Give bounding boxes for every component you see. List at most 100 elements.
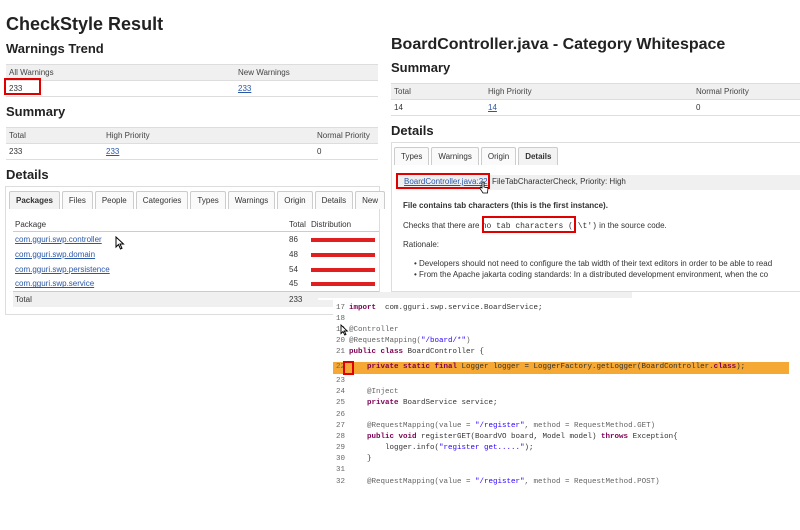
code-token: @Controller (349, 326, 399, 334)
code-token: , method = RequestMethod.POST) (524, 478, 660, 486)
summary-total-value: 233 (6, 143, 103, 160)
col-total: Total (6, 127, 103, 144)
code-line: 31 (333, 466, 349, 476)
right-total-value: 14 (391, 99, 485, 116)
tab-origin[interactable]: Origin (277, 191, 313, 209)
right-details-heading: Details (391, 123, 434, 138)
code-line: 22 private static final Logger logger = … (333, 362, 789, 374)
tab-warnings[interactable]: Warnings (431, 147, 479, 165)
code-token: @Inject (349, 388, 399, 396)
code-token: com.gguri.swp.service.BoardService; (376, 304, 543, 312)
tab-new[interactable]: New (355, 191, 386, 209)
package-total: 45 (289, 279, 298, 289)
code-token: public void (349, 433, 417, 441)
tab-categories[interactable]: Categories (135, 191, 189, 209)
code-line: 30 } (333, 455, 372, 465)
tab-people[interactable]: People (94, 191, 134, 209)
package-total: 54 (289, 264, 298, 274)
highlight-box-tab-chars (482, 216, 576, 233)
summary-heading: Summary (6, 104, 66, 119)
code-line: 20 @RequestMapping("/board/*") (333, 337, 471, 347)
tab-details[interactable]: Details (314, 191, 354, 209)
line-number: 25 (335, 399, 345, 407)
summary-normal-value: 0 (314, 143, 378, 160)
code-token: BoardController { (403, 348, 485, 356)
line-number: 31 (335, 466, 345, 474)
col-normal-priority: Normal Priority (314, 127, 378, 144)
line-number: 29 (335, 444, 345, 452)
package-link[interactable]: com.gguri.swp.controller (15, 235, 102, 244)
code-token: "/register" (475, 478, 525, 486)
package-total: 86 (289, 234, 298, 244)
highlight-box-tab-char (343, 361, 354, 375)
line-number: 27 (335, 422, 345, 430)
col-high-priority: High Priority (485, 83, 693, 100)
code-token: public class (349, 348, 404, 356)
file-title: BoardController.java - Category Whitespa… (391, 36, 726, 53)
summary-high-link[interactable]: 233 (106, 147, 119, 156)
distribution-bar (311, 252, 375, 257)
code-line: 27 @RequestMapping(value = "/register", … (333, 422, 655, 432)
details-tabs: Packages Files People Categories Types W… (9, 191, 386, 209)
right-normal-value: 0 (693, 99, 800, 116)
line-number: 32 (335, 478, 345, 486)
new-warnings-link[interactable]: 233 (238, 84, 251, 93)
tab-origin[interactable]: Origin (480, 147, 517, 165)
code-token: import (349, 304, 377, 312)
code-line: 29 logger.info("register get....."); (333, 444, 534, 454)
code-token: } (349, 455, 372, 463)
code-token: ) (466, 337, 471, 345)
code-token: registerGET(BoardVO board, Model model) (416, 433, 602, 441)
col-package: Package (13, 218, 287, 232)
highlight-box-all-warnings (4, 78, 41, 95)
tab-warnings[interactable]: Warnings (227, 191, 276, 209)
total-value: 233 (287, 291, 309, 307)
code-token: ); (736, 363, 746, 371)
bullet-item: • From the Apache jakarta coding standar… (414, 270, 769, 279)
right-summary-heading: Summary (391, 60, 451, 75)
tab-files[interactable]: Files (61, 191, 93, 209)
bullet-item: • Developers should not need to configur… (414, 259, 773, 268)
code-line: 21 public class BoardController { (333, 348, 484, 358)
tab-details[interactable]: Details (518, 147, 559, 165)
package-total: 48 (289, 249, 298, 259)
line-number: 23 (335, 377, 345, 385)
warnings-trend-heading: Warnings Trend (6, 41, 104, 56)
code-token: @RequestMapping(value = (349, 478, 476, 486)
tab-packages[interactable]: Packages (9, 191, 60, 209)
col-new-warnings: New Warnings (235, 64, 378, 81)
code-token: , method = RequestMethod.GET) (524, 422, 656, 430)
code-token: private (349, 399, 399, 407)
table-row: com.gguri.swp.persistence 54 (13, 262, 379, 277)
package-link[interactable]: com.gguri.swp.service (15, 279, 94, 288)
code-editor: 17 import com.gguri.swp.service.BoardServ… (333, 300, 800, 530)
col-high-priority: High Priority (103, 127, 314, 144)
checks-post: in the source code. (599, 221, 667, 230)
code-panel-gap (318, 292, 632, 298)
code-line: 28 public void registerGET(BoardVO board… (333, 433, 678, 443)
tab-types[interactable]: Types (190, 191, 226, 209)
col-pkg-total: Total (287, 218, 309, 232)
code-token: Exception{ (628, 433, 678, 441)
table-row: com.gguri.swp.controller 86 (13, 232, 379, 247)
right-summary-table: Total High Priority Normal Priority 14 1… (391, 83, 800, 116)
code-token: "register get....." (439, 444, 525, 452)
total-label: Total (13, 291, 287, 307)
code-line: 24 @Inject (333, 388, 399, 398)
table-row: com.gguri.swp.domain 48 (13, 247, 379, 262)
code-token: private static final (349, 363, 458, 371)
code-line: 25 private BoardService service; (333, 399, 498, 409)
code-token: logger.info( (349, 444, 440, 452)
summary-table: Total High Priority Normal Priority 233 … (6, 127, 378, 160)
tab-types[interactable]: Types (394, 147, 430, 165)
warnings-trend-table: All Warnings New Warnings 233 233 (6, 64, 378, 97)
package-link[interactable]: com.gguri.swp.domain (15, 250, 95, 259)
line-number: 20 (335, 337, 345, 345)
checks-pre: Checks that there are (403, 221, 480, 230)
mouse-cursor-icon (115, 236, 125, 250)
distribution-bar (311, 282, 375, 287)
package-link[interactable]: com.gguri.swp.persistence (15, 265, 110, 274)
highlight-box-file-link (396, 173, 490, 189)
code-token: "/board/*" (421, 337, 467, 345)
right-high-link[interactable]: 14 (488, 103, 497, 112)
